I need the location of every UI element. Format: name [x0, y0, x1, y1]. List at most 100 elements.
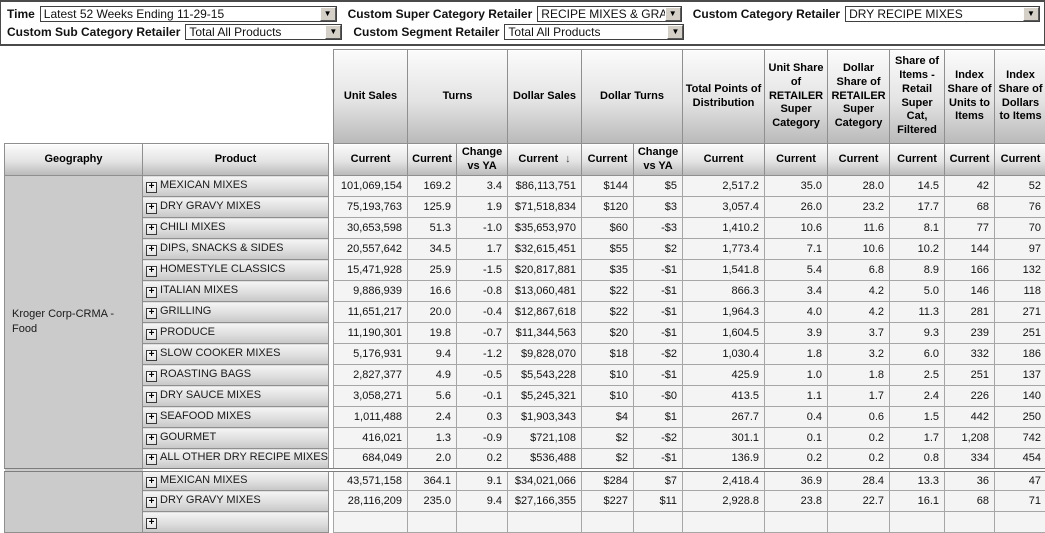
value-cell: 125.9	[408, 197, 457, 218]
product-cell[interactable]: +ROASTING BAGS	[143, 365, 329, 386]
expand-plus-icon[interactable]: +	[146, 371, 157, 382]
product-cell[interactable]: +SLOW COOKER MIXES	[143, 344, 329, 365]
expand-plus-icon[interactable]: +	[146, 245, 157, 256]
dropdown-arrow-icon[interactable]: ▼	[1023, 7, 1039, 21]
column-header-dollar-turns[interactable]: Dollar Turns	[582, 50, 683, 144]
sub-category-filter-dropdown[interactable]: Total All Products ▼	[185, 24, 342, 40]
value-cell: 251	[945, 365, 995, 386]
column-header-unit-share[interactable]: Unit Share of RETAILER Super Category	[765, 50, 828, 144]
value-cell: 2,517.2	[683, 176, 765, 197]
product-cell[interactable]: +MEXICAN MIXES	[143, 470, 329, 491]
value-cell: -$2	[634, 344, 683, 365]
subheader-index-dollars-current[interactable]: Current	[995, 144, 1045, 176]
dropdown-arrow-icon[interactable]: ▼	[665, 7, 681, 21]
value-cell: 3.7	[828, 323, 890, 344]
value-cell: 9.4	[408, 344, 457, 365]
time-filter-dropdown[interactable]: Latest 52 Weeks Ending 11-29-15 ▼	[40, 6, 337, 22]
expand-plus-icon[interactable]: +	[146, 203, 157, 214]
product-cell[interactable]: +DRY GRAVY MIXES	[143, 491, 329, 512]
product-cell[interactable]: +DRY GRAVY MIXES	[143, 197, 329, 218]
product-cell[interactable]: +ITALIAN MIXES	[143, 281, 329, 302]
product-cell[interactable]: +HOMESTYLE CLASSICS	[143, 260, 329, 281]
column-header-dollar-sales[interactable]: Dollar Sales	[508, 50, 582, 144]
subheader-dollar-turns-current[interactable]: Current	[582, 144, 634, 176]
expand-plus-icon[interactable]: +	[146, 413, 157, 424]
column-header-total-points-distribution[interactable]: Total Points of Distribution	[683, 50, 765, 144]
product-label: DRY SAUCE MIXES	[160, 389, 261, 401]
expand-plus-icon[interactable]: +	[146, 454, 157, 465]
segment-filter-dropdown[interactable]: Total All Products ▼	[504, 24, 684, 40]
subheader-index-units-current[interactable]: Current	[945, 144, 995, 176]
product-label: PRODUCE	[160, 326, 215, 338]
expand-plus-icon[interactable]: +	[146, 350, 157, 361]
dropdown-arrow-icon[interactable]: ▼	[667, 25, 683, 39]
expand-plus-icon[interactable]: +	[146, 329, 157, 340]
product-cell[interactable]: +SEAFOOD MIXES	[143, 407, 329, 428]
expand-plus-icon[interactable]: +	[146, 287, 157, 298]
value-cell: 0.4	[765, 407, 828, 428]
product-cell[interactable]: +CHILI MIXES	[143, 218, 329, 239]
value-cell: 6.8	[828, 260, 890, 281]
value-cell: 416,021	[334, 428, 408, 449]
expand-plus-icon[interactable]: +	[146, 182, 157, 193]
sort-descending-icon[interactable]: ↓	[565, 153, 571, 165]
column-header-share-of-items[interactable]: Share of Items - Retail Super Cat, Filte…	[890, 50, 945, 144]
expand-plus-icon[interactable]: +	[146, 477, 157, 488]
product-cell[interactable]: +GRILLING	[143, 302, 329, 323]
expand-plus-icon[interactable]: +	[146, 392, 157, 403]
product-cell[interactable]: +	[143, 512, 329, 533]
dropdown-arrow-icon[interactable]: ▼	[320, 7, 336, 21]
subheader-turns-change[interactable]: Change vs YA	[457, 144, 508, 176]
value-cell: 10.2	[890, 239, 945, 260]
expand-plus-icon[interactable]: +	[146, 518, 157, 529]
subheader-unit-share-current[interactable]: Current	[765, 144, 828, 176]
expand-plus-icon[interactable]: +	[146, 434, 157, 445]
super-category-filter-dropdown[interactable]: RECIPE MIXES & GRAVY ▼	[537, 6, 681, 22]
value-cell	[945, 512, 995, 533]
value-cell: 2,418.4	[683, 470, 765, 491]
expand-plus-icon[interactable]: +	[146, 308, 157, 319]
dropdown-arrow-icon[interactable]: ▼	[325, 25, 341, 39]
subheader-dollar-share-current[interactable]: Current	[828, 144, 890, 176]
segment-filter-value: Total All Products	[508, 25, 600, 39]
value-cell: 442	[945, 407, 995, 428]
expand-plus-icon[interactable]: +	[146, 266, 157, 277]
column-header-unit-sales[interactable]: Unit Sales	[334, 50, 408, 144]
value-cell: 3.4	[457, 176, 508, 197]
subheader-turns-current[interactable]: Current	[408, 144, 457, 176]
group-header-row: Unit Sales Turns Dollar Sales Dollar Tur…	[5, 50, 1045, 144]
column-header-dollar-share[interactable]: Dollar Share of RETAILER Super Category	[828, 50, 890, 144]
value-cell: 70	[995, 218, 1045, 239]
value-cell: 14.5	[890, 176, 945, 197]
expand-plus-icon[interactable]: +	[146, 497, 157, 508]
value-cell: 28.0	[828, 176, 890, 197]
value-cell: 0.6	[828, 407, 890, 428]
product-column-header[interactable]: Product	[143, 144, 329, 176]
expand-plus-icon[interactable]: +	[146, 224, 157, 235]
category-filter-dropdown[interactable]: DRY RECIPE MIXES ▼	[845, 6, 1040, 22]
geography-column-header[interactable]: Geography	[5, 144, 143, 176]
value-cell: 742	[995, 428, 1045, 449]
column-header-index-dollars[interactable]: Index Share of Dollars to Items	[995, 50, 1045, 144]
value-cell: 20,557,642	[334, 239, 408, 260]
product-cell[interactable]: +DRY SAUCE MIXES	[143, 386, 329, 407]
value-cell: 250	[995, 407, 1045, 428]
value-cell: 22.7	[828, 491, 890, 512]
product-cell[interactable]: +ALL OTHER DRY RECIPE MIXES	[143, 449, 329, 470]
product-cell[interactable]: +MEXICAN MIXES	[143, 176, 329, 197]
subheader-share-items-current[interactable]: Current	[890, 144, 945, 176]
subheader-dollar-sales-current[interactable]: Current ↓	[508, 144, 582, 176]
product-cell[interactable]: +GOURMET	[143, 428, 329, 449]
product-cell[interactable]: +DIPS, SNACKS & SIDES	[143, 239, 329, 260]
subheader-unit-sales-current[interactable]: Current	[334, 144, 408, 176]
subheader-label: Current	[518, 153, 558, 165]
value-cell: 75,193,763	[334, 197, 408, 218]
product-label: DIPS, SNACKS & SIDES	[160, 242, 283, 254]
value-cell: $11,344,563	[508, 323, 582, 344]
column-header-turns[interactable]: Turns	[408, 50, 508, 144]
subheader-dollar-turns-change[interactable]: Change vs YA	[634, 144, 683, 176]
subheader-tpd-current[interactable]: Current	[683, 144, 765, 176]
column-header-index-units[interactable]: Index Share of Units to Items	[945, 50, 995, 144]
table-row: Kroger Corp-CRMA - Food+MEXICAN MIXES101…	[5, 176, 1045, 197]
product-cell[interactable]: +PRODUCE	[143, 323, 329, 344]
